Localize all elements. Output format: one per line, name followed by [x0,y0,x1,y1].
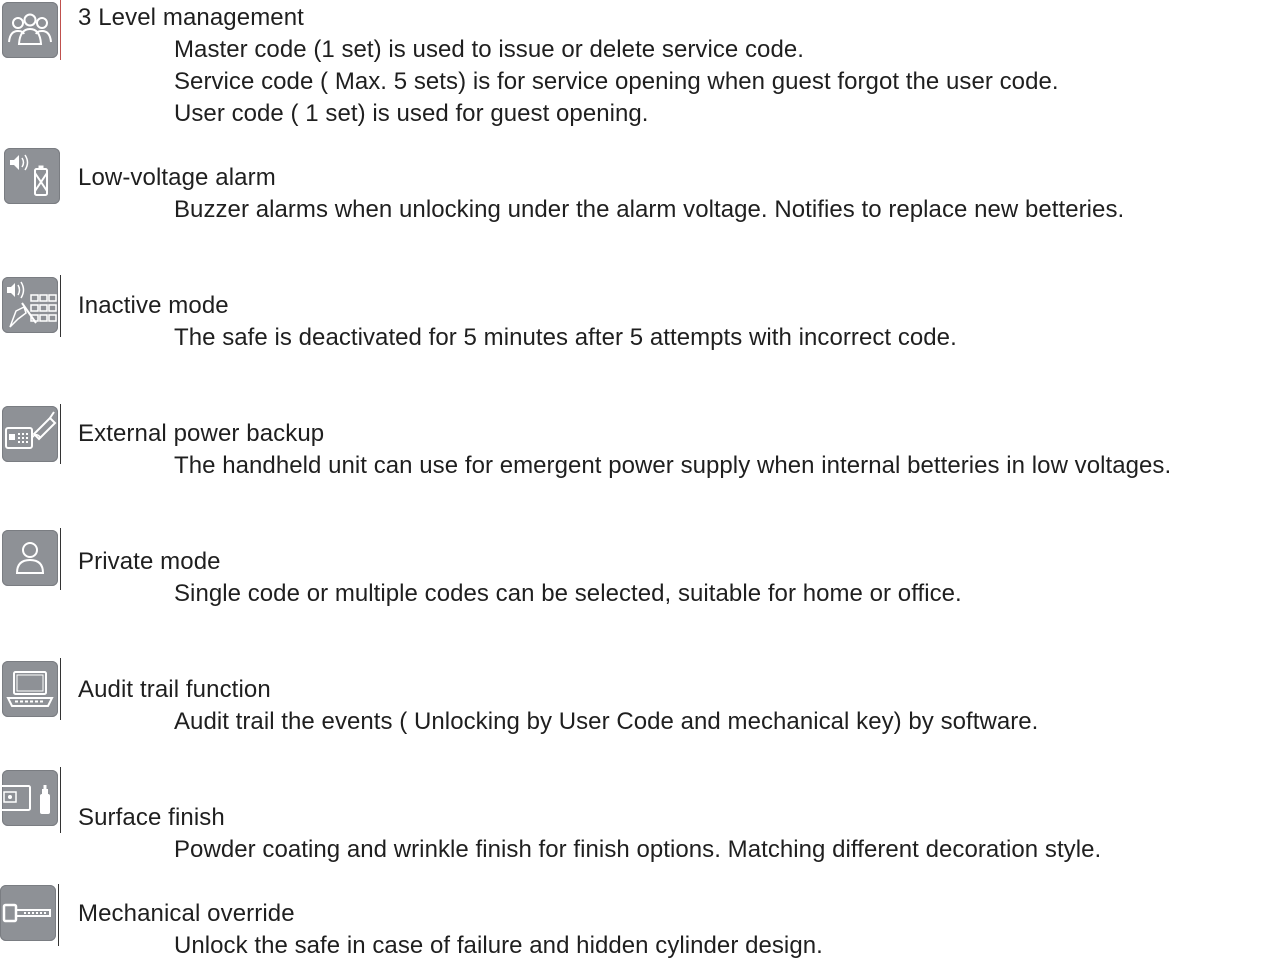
feature-description-line: Single code or multiple codes can be sel… [174,580,962,607]
feature-title: Inactive mode [78,292,229,319]
feature-title: Private mode [78,548,221,575]
feature-divider [60,275,61,337]
person-icon [2,530,58,586]
feature-title: Mechanical override [78,900,295,927]
key-icon [0,885,56,941]
feature-divider [60,0,61,60]
feature-divider [60,658,61,720]
feature-divider [60,404,61,464]
feature-description-line: User code ( 1 set) is used for guest ope… [174,100,649,127]
feature-description-line: Service code ( Max. 5 sets) is for servi… [174,68,1059,95]
feature-title: External power backup [78,420,325,447]
external-power-icon [2,406,58,462]
feature-description-line: The safe is deactivated for 5 minutes af… [174,324,957,351]
feature-description-line: Buzzer alarms when unlocking under the a… [174,196,1125,223]
feature-description-line: Audit trail the events ( Unlocking by Us… [174,708,1039,735]
feature-description-line: Unlock the safe in case of failure and h… [174,932,823,959]
feature-title: Surface finish [78,804,225,831]
feature-divider [58,884,59,946]
safe-spray-icon [2,770,58,826]
feature-description-line: Master code (1 set) is used to issue or … [174,36,804,63]
feature-description-line: Powder coating and wrinkle finish for fi… [174,836,1102,863]
feature-title: Audit trail function [78,676,271,703]
feature-description-line: The handheld unit can use for emergent p… [174,452,1172,479]
feature-divider [60,528,61,590]
laptop-icon [2,661,58,717]
keypad-lockout-icon [2,277,58,333]
people-group-icon [2,2,58,58]
feature-title: Low-voltage alarm [78,164,276,191]
feature-divider [60,767,61,833]
feature-title: 3 Level management [78,4,304,31]
low-battery-alarm-icon [4,148,60,204]
